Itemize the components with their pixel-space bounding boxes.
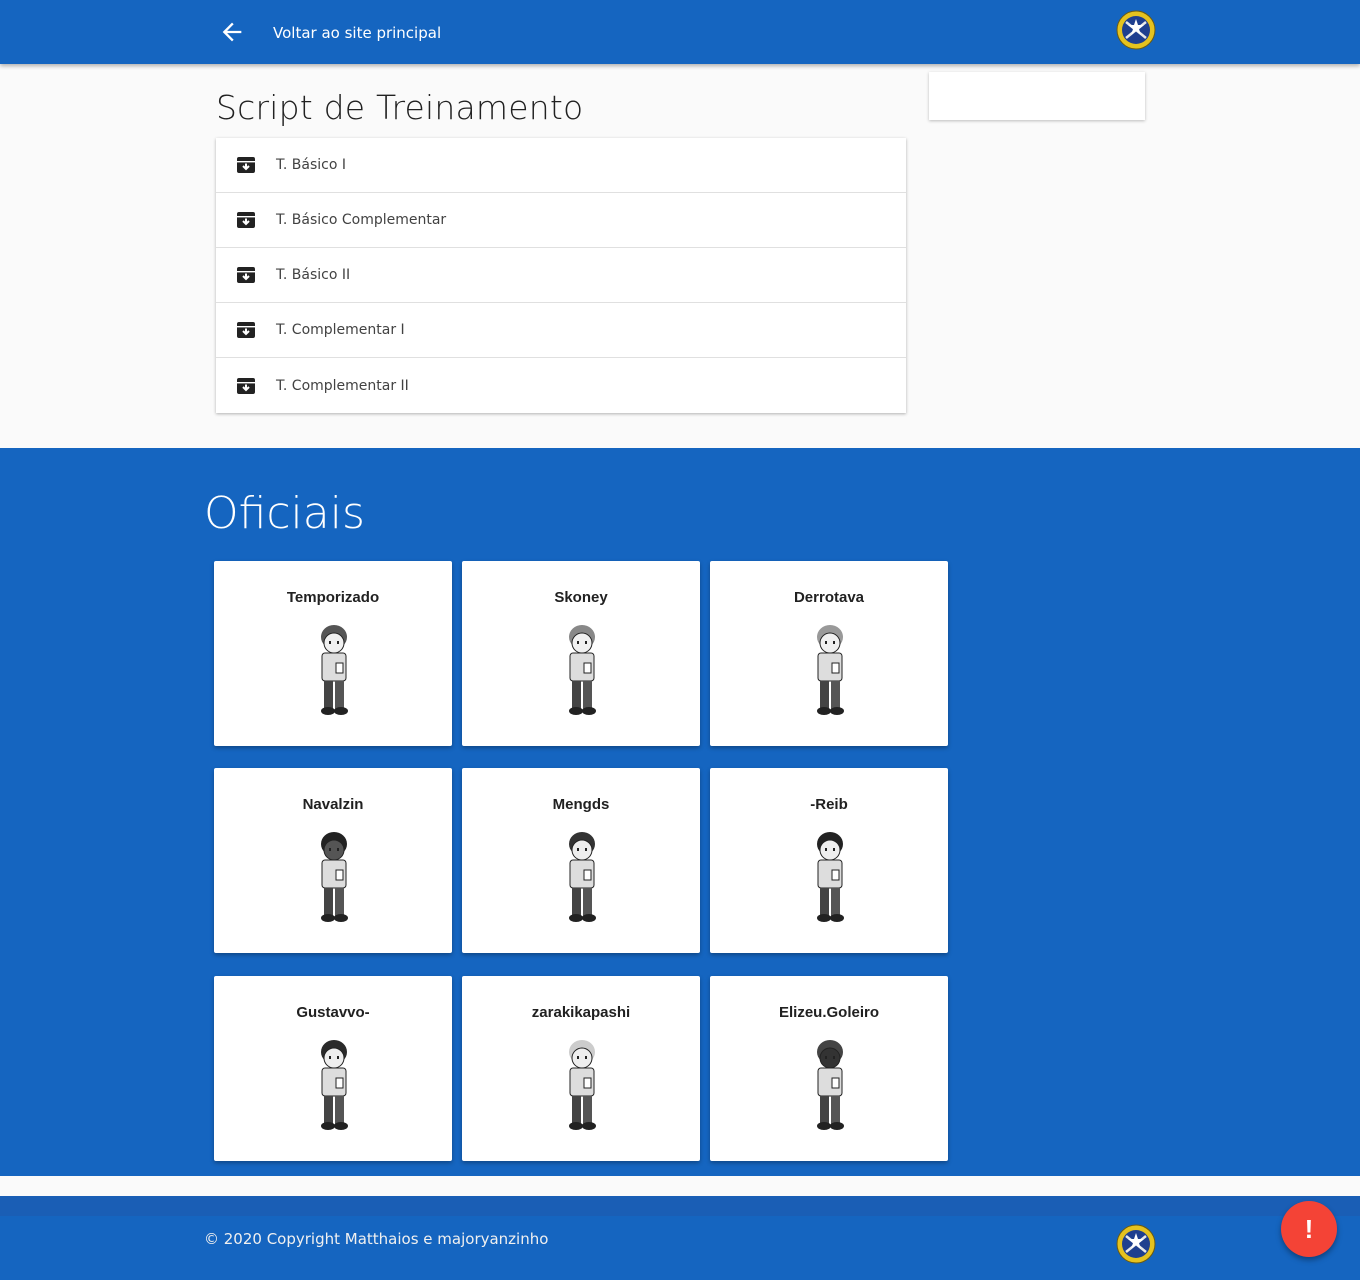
avatar-icon — [569, 832, 596, 922]
side-panel — [929, 72, 1145, 120]
official-card[interactable]: Skoney — [462, 561, 700, 746]
archive-download-icon — [237, 377, 255, 394]
avatar-icon — [569, 1040, 596, 1130]
officials-title: Oficiais — [204, 488, 365, 539]
section-divider — [0, 1176, 1360, 1196]
military-crest-icon[interactable] — [1116, 10, 1156, 50]
archive-download-icon — [237, 322, 255, 338]
alert-fab-button[interactable]: ! — [1281, 1201, 1337, 1257]
official-card[interactable]: Gustavvo- — [214, 976, 452, 1161]
list-item[interactable]: T. Complementar I — [216, 303, 906, 358]
officials-section: Oficiais Temporizado Skoney Derrotava Naval… — [0, 448, 1360, 1176]
archive-download-icon — [237, 212, 255, 228]
avatar-icon — [321, 1040, 348, 1130]
list-item[interactable]: T. Básico II — [216, 248, 906, 303]
top-app-bar: Voltar ao site principal — [0, 0, 1360, 64]
list-item-label: T. Básico II — [276, 267, 351, 283]
official-name: Mengds — [552, 796, 610, 813]
official-name: Elizeu.Goleiro — [778, 1004, 880, 1021]
avatar-icon — [569, 625, 596, 715]
official-name: Skoney — [554, 589, 608, 606]
back-to-main-site-link[interactable]: Voltar ao site principal — [273, 24, 441, 42]
avatar-icon — [817, 625, 844, 715]
official-name: -Reib — [810, 796, 848, 813]
training-script-list: T. Básico I T. Básico Complementar T. Bá… — [216, 138, 906, 413]
official-name: Gustavvo- — [296, 1004, 370, 1021]
military-crest-icon — [1116, 1224, 1156, 1264]
list-item-label: T. Básico Complementar — [276, 212, 447, 228]
official-card[interactable]: zarakikapashi — [462, 976, 700, 1161]
avatar-icon — [321, 625, 348, 715]
list-item-label: T. Complementar II — [276, 377, 409, 394]
official-card[interactable]: Mengds — [462, 768, 700, 953]
avatar-icon — [817, 1040, 844, 1130]
avatar-icon — [817, 832, 844, 922]
official-name: Derrotava — [793, 589, 865, 606]
official-name: Navalzin — [302, 796, 364, 813]
list-item[interactable]: T. Básico Complementar — [216, 193, 906, 248]
avatar-icon — [321, 832, 348, 922]
official-card[interactable]: Navalzin — [214, 768, 452, 953]
official-card[interactable]: Derrotava — [710, 561, 948, 746]
official-card[interactable]: Elizeu.Goleiro — [710, 976, 948, 1161]
copyright-text: © 2020 Copyright Matthaios e majoryanzin… — [204, 1230, 549, 1248]
official-card[interactable]: -Reib — [710, 768, 948, 953]
archive-download-icon — [237, 267, 255, 283]
page-title: Script de Treinamento — [216, 88, 584, 127]
official-card[interactable]: Temporizado — [214, 561, 452, 746]
list-item[interactable]: T. Complementar II — [216, 358, 906, 413]
back-arrow-icon[interactable] — [218, 18, 246, 46]
list-item-label: T. Complementar I — [276, 322, 405, 338]
official-name: zarakikapashi — [531, 1004, 631, 1021]
official-name: Temporizado — [286, 589, 380, 606]
footer: © 2020 Copyright Matthaios e majoryanzin… — [0, 1196, 1360, 1280]
list-item[interactable]: T. Básico I — [216, 138, 906, 193]
archive-download-icon — [237, 157, 255, 173]
footer-band — [0, 1196, 1360, 1216]
list-item-label: T. Básico I — [276, 157, 346, 173]
